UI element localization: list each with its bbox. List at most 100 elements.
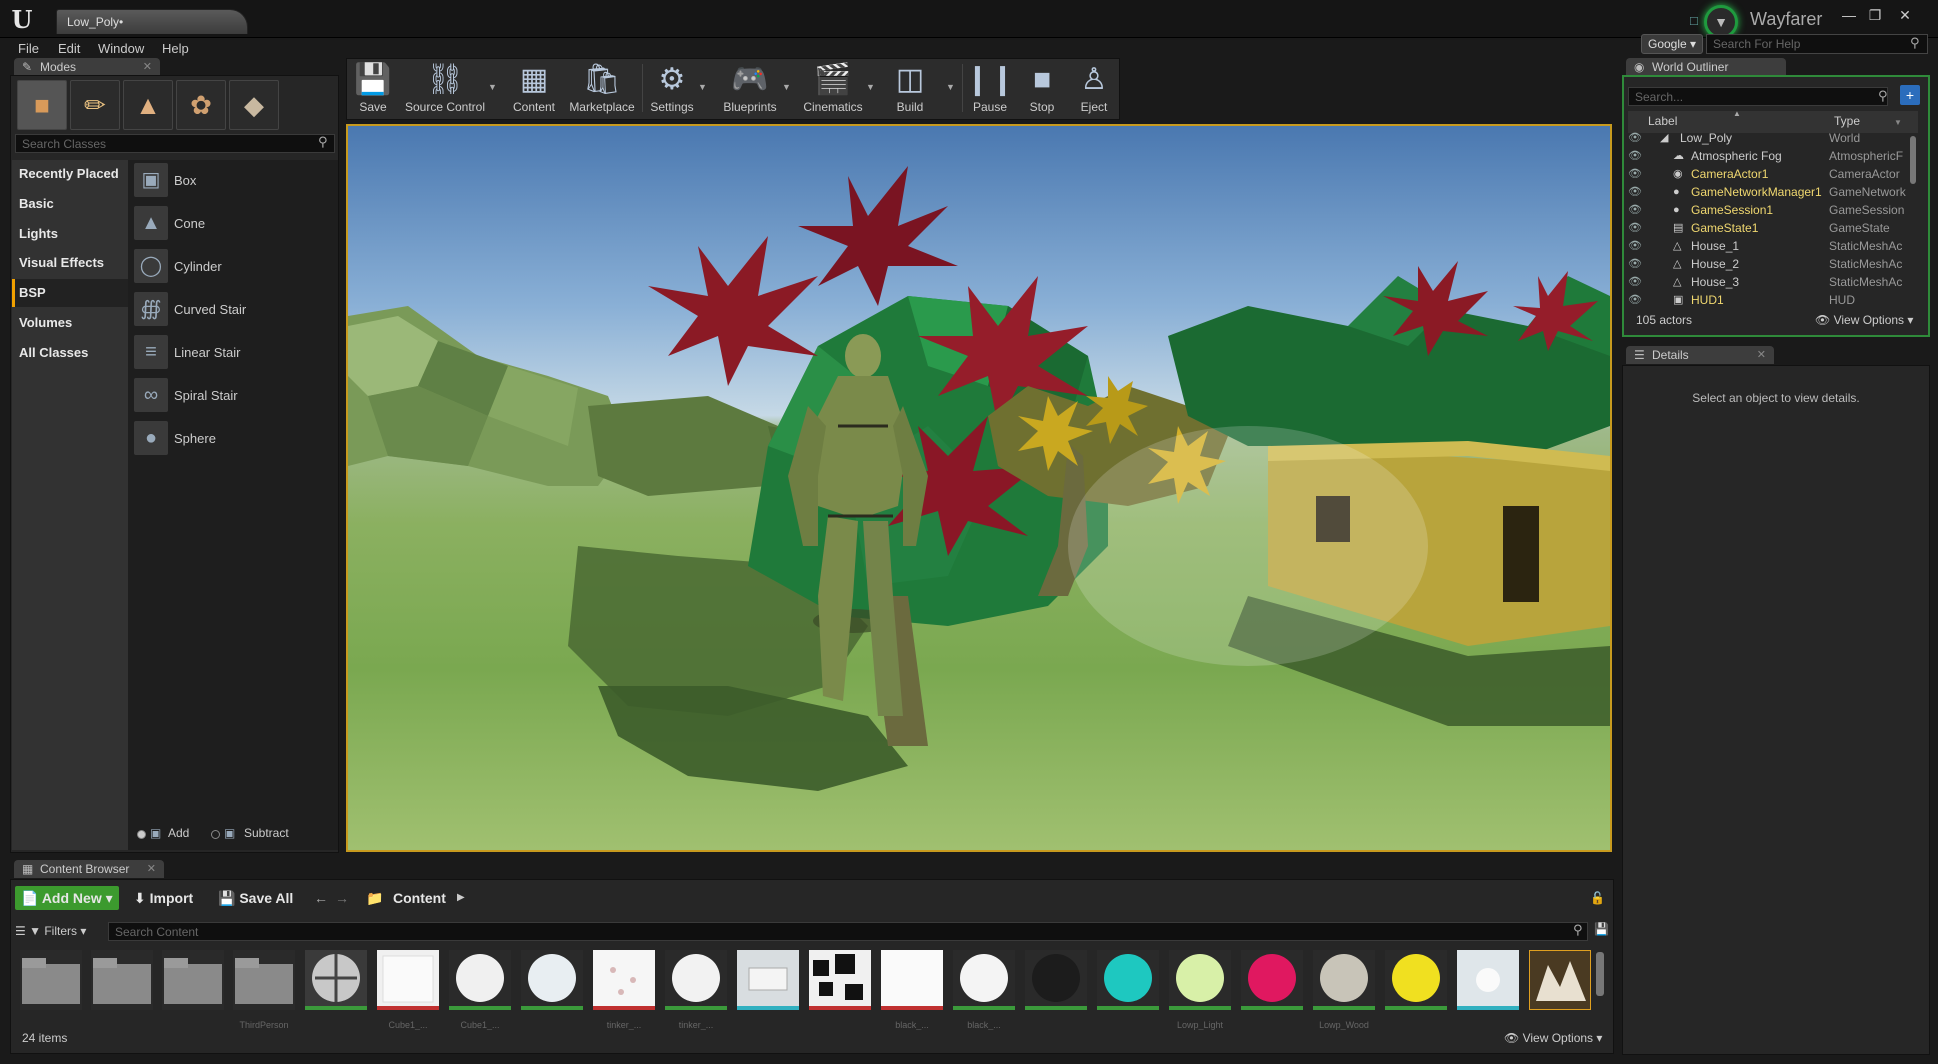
save-all-button[interactable]: 💾 Save All xyxy=(218,886,293,910)
linear-stair-icon[interactable]: ≡ xyxy=(134,335,168,369)
visibility-eye-icon[interactable]: 👁 xyxy=(1628,237,1642,255)
outliner-row[interactable]: 👁 △ House_1 StaticMeshAc xyxy=(1628,237,1918,255)
search-icon[interactable]: ⚲ xyxy=(1573,922,1583,938)
search-engine-select[interactable]: Google ▾ xyxy=(1641,34,1703,54)
search-icon[interactable]: ⚲ xyxy=(1878,88,1888,104)
cone-icon[interactable]: ▲ xyxy=(134,206,168,240)
asset-thumbnail[interactable] xyxy=(1385,950,1447,1010)
outliner-row[interactable]: 👁 ▤ GameState1 GameState xyxy=(1628,219,1918,237)
outliner-row[interactable]: 👁 ◉ CameraActor1 CameraActor xyxy=(1628,165,1918,183)
close-icon[interactable]: ✕ xyxy=(143,58,152,76)
lock-icon[interactable]: 🔓 xyxy=(1590,891,1605,905)
asset-thumbnail[interactable] xyxy=(449,950,511,1010)
visibility-eye-icon[interactable]: 👁 xyxy=(1628,255,1642,273)
asset-thumbnail[interactable] xyxy=(1241,950,1303,1010)
category-recently-placed[interactable]: Recently Placed xyxy=(12,160,128,188)
minimize-button[interactable]: — xyxy=(1836,7,1862,25)
asset-thumbnail[interactable] xyxy=(1313,950,1375,1010)
menu-file[interactable]: File xyxy=(18,38,39,60)
asset-thumbnail[interactable] xyxy=(881,950,943,1010)
class-sphere[interactable]: Sphere xyxy=(174,431,216,446)
brush-subtract-radio[interactable] xyxy=(211,830,220,839)
visibility-eye-icon[interactable]: 👁 xyxy=(1628,291,1642,309)
add-folder-icon[interactable]: + xyxy=(1900,85,1920,105)
asset-thumbnail[interactable] xyxy=(305,950,367,1010)
path-chevron-icon[interactable]: ▶ xyxy=(457,886,465,910)
content-button[interactable]: ▦ Content xyxy=(498,60,570,118)
column-header-type[interactable]: Type xyxy=(1834,114,1860,128)
history-forward-icon[interactable]: → xyxy=(335,886,349,910)
asset-thumbnail[interactable] xyxy=(1169,950,1231,1010)
box-icon[interactable]: ▣ xyxy=(134,163,168,197)
visibility-eye-icon[interactable]: 👁 xyxy=(1628,219,1642,237)
asset-thumbnail[interactable] xyxy=(1457,950,1519,1010)
build-button[interactable]: ◫ Build xyxy=(874,60,946,118)
spiral-stair-icon[interactable]: ∞ xyxy=(134,378,168,412)
outliner-search-input[interactable]: Search... xyxy=(1628,87,1888,106)
folder-thumbnail[interactable] xyxy=(233,950,295,1010)
menu-window[interactable]: Window xyxy=(98,38,144,60)
close-icon[interactable]: ✕ xyxy=(147,860,156,878)
menu-help[interactable]: Help xyxy=(162,38,189,60)
content-view-options[interactable]: 👁 View Options ▾ xyxy=(1504,1031,1602,1045)
source-control-button[interactable]: ⛓ Source Control xyxy=(402,60,488,118)
visibility-eye-icon[interactable]: 👁 xyxy=(1628,183,1642,201)
category-visual-effects[interactable]: Visual Effects xyxy=(12,249,128,277)
sphere-icon[interactable]: ● xyxy=(134,421,168,455)
cinematics-button[interactable]: 🎬 Cinematics xyxy=(797,60,869,118)
level-viewport[interactable] xyxy=(346,124,1612,852)
folder-thumbnail[interactable] xyxy=(162,950,224,1010)
outliner-row[interactable]: 👁 △ House_2 StaticMeshAc xyxy=(1628,255,1918,273)
column-header-label[interactable]: Label xyxy=(1648,114,1677,128)
search-icon[interactable]: ⚲ xyxy=(318,134,328,150)
category-all-classes[interactable]: All Classes xyxy=(12,339,128,367)
visibility-eye-icon[interactable]: 👁 xyxy=(1628,273,1642,291)
content-search-input[interactable]: Search Content xyxy=(108,922,1588,941)
asset-thumbnail[interactable] xyxy=(1025,950,1087,1010)
outliner-row[interactable]: 👁 ▣ HUD1 HUD xyxy=(1628,291,1918,309)
outliner-row[interactable]: 👁 ◢ Low_Poly World xyxy=(1628,129,1918,147)
menu-edit[interactable]: Edit xyxy=(58,38,80,60)
details-tab[interactable]: ☰ Details ✕ xyxy=(1626,346,1774,364)
search-classes-input[interactable]: Search Classes xyxy=(15,134,335,153)
close-window-button[interactable]: ✕ xyxy=(1892,7,1918,25)
foliage-mode-icon[interactable]: ✿ xyxy=(176,80,226,130)
asset-thumbnail[interactable] xyxy=(665,950,727,1010)
asset-thumbnail[interactable] xyxy=(1529,950,1591,1010)
asset-thumbnail[interactable] xyxy=(521,950,583,1010)
build-dropdown-icon[interactable]: ▼ xyxy=(946,82,955,92)
maximize-button[interactable]: ❐ xyxy=(1862,7,1888,25)
outliner-view-options[interactable]: 👁 View Options ▾ xyxy=(1815,313,1913,327)
class-curved-stair[interactable]: Curved Stair xyxy=(174,302,246,317)
column-dropdown-icon[interactable]: ▼ xyxy=(1894,118,1902,127)
category-volumes[interactable]: Volumes xyxy=(12,309,128,337)
cylinder-icon[interactable]: ◯ xyxy=(134,249,168,283)
geometry-mode-icon[interactable]: ◆ xyxy=(229,80,279,130)
category-lights[interactable]: Lights xyxy=(12,220,128,248)
blueprints-dropdown-icon[interactable]: ▼ xyxy=(782,82,791,92)
outliner-scrollbar[interactable] xyxy=(1910,136,1916,184)
world-outliner-tab[interactable]: ◉ World Outliner xyxy=(1626,58,1786,76)
add-new-button[interactable]: 📄 Add New ▾ xyxy=(15,886,119,910)
folder-thumbnail[interactable] xyxy=(91,950,153,1010)
class-spiral-stair[interactable]: Spiral Stair xyxy=(174,388,238,403)
import-button[interactable]: ⬇ Import xyxy=(134,886,193,910)
help-search-input[interactable]: Search For Help xyxy=(1706,34,1928,54)
visibility-eye-icon[interactable]: 👁 xyxy=(1628,165,1642,183)
path-content[interactable]: Content xyxy=(393,886,446,910)
curved-stair-icon[interactable]: ∰ xyxy=(134,292,168,326)
level-tab[interactable]: Low_Poly• xyxy=(56,9,248,34)
asset-thumbnail[interactable] xyxy=(1097,950,1159,1010)
content-browser-tab[interactable]: ▦ Content Browser ✕ xyxy=(14,860,164,878)
brush-add-radio[interactable] xyxy=(137,830,146,839)
search-icon[interactable]: ⚲ xyxy=(1910,35,1920,51)
place-mode-icon[interactable]: ■ xyxy=(17,80,67,130)
content-scrollbar[interactable] xyxy=(1596,952,1604,996)
asset-thumbnail[interactable] xyxy=(809,950,871,1010)
filters-dropdown[interactable]: ☰ ▼ Filters ▾ xyxy=(15,922,101,941)
settings-dropdown-icon[interactable]: ▼ xyxy=(698,82,707,92)
visibility-eye-icon[interactable]: 👁 xyxy=(1628,147,1642,165)
asset-thumbnail[interactable] xyxy=(593,950,655,1010)
class-cone[interactable]: Cone xyxy=(174,216,205,231)
save-search-icon[interactable]: 💾 xyxy=(1594,922,1609,936)
